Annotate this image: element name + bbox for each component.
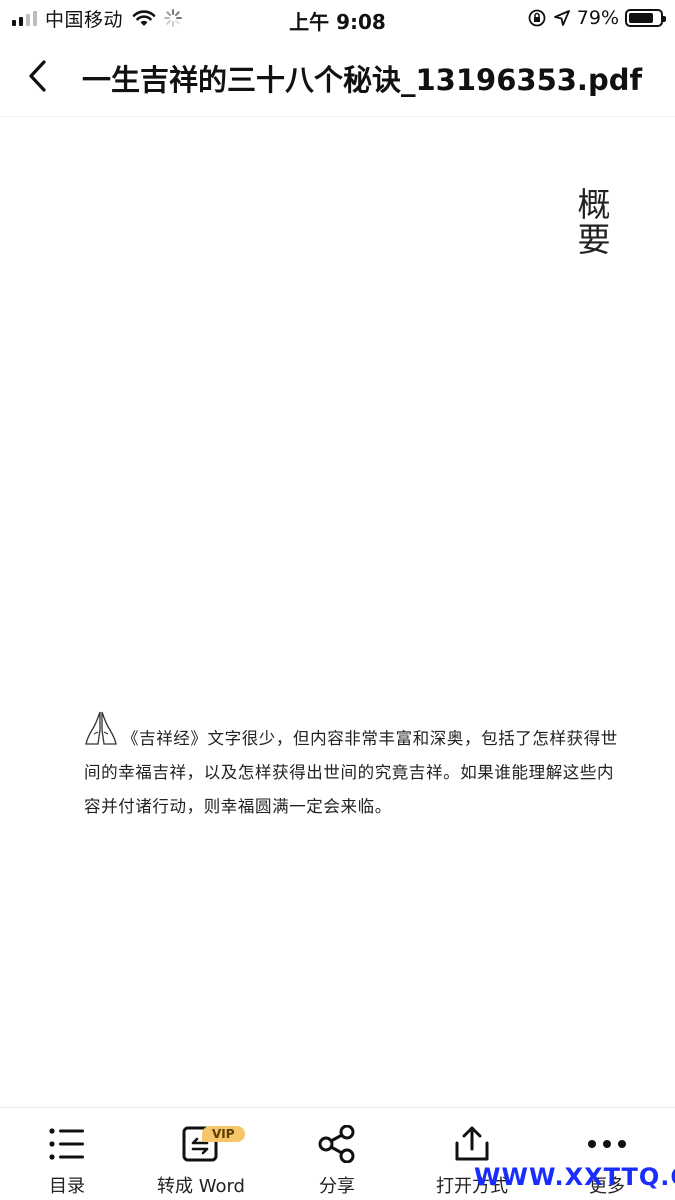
heading-char: 概 xyxy=(577,185,611,224)
summary-paragraph: 《吉祥经》文字很少，但内容非常丰富和深奥，包括了怎样获得世间的幸福吉祥，以及怎样… xyxy=(84,708,624,824)
battery-level xyxy=(629,13,653,23)
toc-label: 目录 xyxy=(49,1176,85,1197)
summary-text: 《吉祥经》文字很少，但内容非常丰富和深奥，包括了怎样获得世间的幸福吉祥，以及怎样… xyxy=(84,729,618,816)
vertical-heading: 概 要 xyxy=(576,187,612,257)
status-right: 79% xyxy=(527,6,666,30)
more-icon xyxy=(588,1140,626,1148)
document-title: 一生吉祥的三十八个秘诀_13196353.pdf xyxy=(82,63,643,97)
upload-icon xyxy=(455,1126,489,1161)
pdf-page[interactable]: 概 要 《吉祥经》文字很少，但内容非常丰富和深奥，包括了怎样获得世间的幸福吉祥，… xyxy=(0,117,675,1105)
battery-percent: 79% xyxy=(576,7,619,29)
pdf-viewer-screen: 中国移动 上午 9:08 79% 一生吉祥的三十八个秘诀_13196353.pd… xyxy=(0,0,675,1200)
nav-bar: 一生吉祥的三十八个秘诀_13196353.pdf xyxy=(0,38,675,117)
back-button[interactable] xyxy=(20,56,54,96)
share-icon xyxy=(318,1125,355,1163)
chevron-left-icon xyxy=(29,60,46,92)
convert-label: 转成 Word xyxy=(157,1176,245,1197)
share-button[interactable]: 分享 xyxy=(282,1122,392,1198)
orientation-lock-icon xyxy=(528,9,546,27)
praying-hands-icon xyxy=(85,711,117,745)
location-arrow-icon xyxy=(553,10,570,26)
heading-char: 要 xyxy=(577,220,611,259)
toc-button[interactable]: 目录 xyxy=(12,1122,122,1198)
vip-badge: VIP xyxy=(202,1126,245,1142)
site-watermark: WWW.XXTTQ.COM xyxy=(474,1163,675,1191)
share-label: 分享 xyxy=(319,1176,355,1197)
battery-icon xyxy=(625,9,666,27)
status-bar: 中国移动 上午 9:08 79% xyxy=(0,0,675,38)
list-icon xyxy=(49,1128,84,1160)
convert-to-word-button[interactable]: VIP 转成 Word xyxy=(146,1122,256,1198)
